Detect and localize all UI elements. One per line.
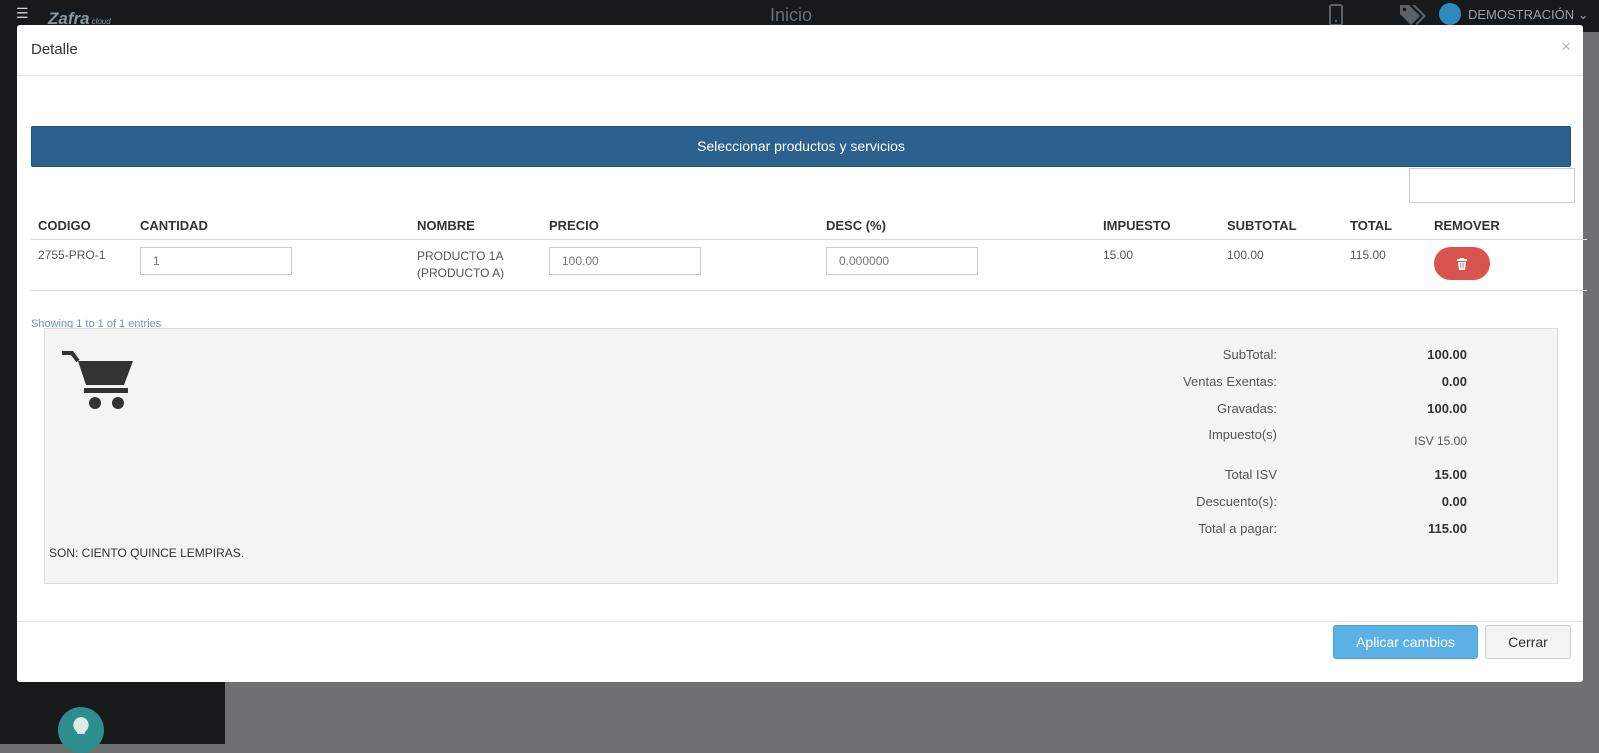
remove-row-button[interactable] (1434, 247, 1490, 280)
close-icon[interactable]: × (1561, 37, 1571, 57)
lightbulb-icon (73, 717, 89, 734)
detail-modal: Detalle × Seleccionar productos y servic… (17, 25, 1587, 682)
modal-header: Detalle × (17, 25, 1583, 76)
col-desc[interactable]: DESC (%) (819, 211, 1096, 240)
descuentos-label: Descuento(s): (1196, 494, 1277, 509)
select-products-button[interactable]: Seleccionar productos y servicios (31, 126, 1571, 167)
ventas-exentas-value: 0.00 (1441, 374, 1467, 389)
cell-remover (1427, 239, 1587, 291)
shopping-cart-icon (62, 351, 133, 409)
amount-in-words: SON: CIENTO QUINCE LEMPIRAS. (49, 546, 245, 560)
col-total[interactable]: TOTAL (1343, 211, 1427, 240)
impuestos-value: ISV 15.00 (1414, 434, 1467, 448)
apply-changes-button[interactable]: Aplicar cambios (1333, 625, 1478, 659)
col-remover[interactable]: REMOVER (1427, 211, 1587, 240)
cell-desc (819, 239, 1096, 291)
col-impuesto[interactable]: IMPUESTO (1096, 211, 1220, 240)
subtotal-label: SubTotal: (1222, 347, 1277, 362)
footer-divider (17, 621, 1583, 622)
cell-precio (542, 239, 819, 291)
impuestos-label: Impuesto(s) (1208, 427, 1277, 442)
cell-nombre: PRODUCTO 1A (PRODUCTO A) (410, 239, 542, 291)
total-pagar-label: Total a pagar: (1198, 521, 1277, 536)
total-pagar-value: 115.00 (1427, 521, 1467, 536)
table-row: 2755-PRO-1 PRODUCTO 1A (PRODUCTO A) 15.0… (31, 239, 1587, 291)
discount-input[interactable] (826, 247, 978, 275)
table-search-input[interactable] (1409, 168, 1575, 203)
subtotal-value: 100.00 (1427, 347, 1467, 362)
col-codigo[interactable]: CODIGO (31, 211, 133, 240)
total-isv-label: Total ISV (1224, 467, 1277, 482)
page-title: Inicio (770, 5, 813, 25)
col-cantidad[interactable]: CANTIDAD (133, 211, 410, 240)
cell-codigo: 2755-PRO-1 (31, 239, 133, 291)
descuentos-value: 0.00 (1441, 494, 1467, 509)
summary-panel: SubTotal: 100.00 Ventas Exentas: 0.00 Gr… (44, 328, 1558, 584)
quantity-input[interactable] (140, 247, 292, 275)
cell-subtotal: 100.00 (1220, 239, 1343, 291)
modal-title: Detalle (31, 41, 78, 58)
price-input[interactable] (549, 247, 701, 275)
close-button[interactable]: Cerrar (1485, 625, 1571, 659)
gravadas-label: Gravadas: (1217, 401, 1277, 416)
cell-total: 115.00 (1343, 239, 1427, 291)
total-isv-value: 15.00 (1434, 467, 1467, 482)
col-precio[interactable]: PRECIO (542, 211, 819, 240)
col-subtotal[interactable]: SUBTOTAL (1220, 211, 1343, 240)
col-nombre[interactable]: NOMBRE (410, 211, 542, 240)
user-menu[interactable]: DEMOSTRACIÓN ⌄ (1468, 7, 1589, 23)
ventas-exentas-label: Ventas Exentas: (1183, 374, 1277, 389)
table-header-row: CODIGO CANTIDAD NOMBRE PRECIO DESC (%) I… (31, 211, 1587, 240)
gravadas-value: 100.00 (1427, 401, 1467, 416)
trash-icon (1457, 257, 1467, 270)
user-avatar[interactable] (1439, 3, 1461, 25)
cell-cantidad (133, 239, 410, 291)
cell-impuesto: 15.00 (1096, 239, 1220, 291)
products-table: CODIGO CANTIDAD NOMBRE PRECIO DESC (%) I… (31, 211, 1587, 291)
menu-icon[interactable]: ☰ (16, 6, 29, 22)
